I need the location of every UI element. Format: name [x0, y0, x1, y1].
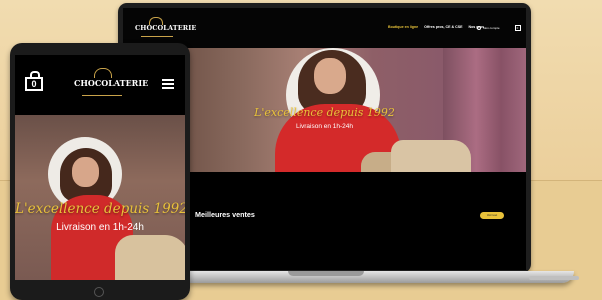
laptop-notch [288, 271, 364, 276]
account-link[interactable]: Mon compte [477, 26, 500, 30]
laptop-foot [529, 276, 579, 280]
hero-gift-box [115, 235, 185, 280]
tablet-cart-button[interactable]: 0 [25, 77, 43, 91]
best-sellers-title: Meilleures ventes [195, 210, 255, 219]
hero-model-face [314, 58, 346, 94]
logo-underline [141, 33, 173, 37]
cart-button[interactable]: 0 [514, 25, 521, 31]
account-label: Mon compte [483, 26, 500, 30]
hero-gift-box [391, 140, 471, 172]
logo-crown-icon [94, 68, 112, 78]
nav-item-boutique[interactable]: Boutique en ligne [388, 25, 418, 29]
desktop-nav: Boutique en ligne Offres pros, CE & CSE … [388, 25, 484, 29]
logo-wordmark: CHOCOLATERIE [135, 24, 197, 32]
tablet-screen: 0 CHOCOLATERIE L'excellence depuis 1992 … [15, 55, 185, 280]
hero-title: L'excellence depuis 1992 [15, 201, 185, 217]
desktop-header: CHOCOLATERIE Boutique en ligne Offres pr… [123, 8, 526, 48]
nav-item-offres-pros[interactable]: Offres pros, CE & CSE [424, 25, 462, 29]
desktop-logo[interactable]: CHOCOLATERIE [135, 17, 196, 41]
hero-model-face [72, 157, 99, 187]
logo-wordmark: CHOCOLATERIE [74, 78, 149, 88]
hamburger-menu-icon[interactable] [162, 79, 174, 89]
tablet-hero: L'excellence depuis 1992 Livraison en 1h… [15, 115, 185, 280]
tablet-header: 0 CHOCOLATERIE [15, 55, 185, 115]
account-icon [477, 26, 481, 30]
logo-underline [82, 91, 122, 96]
best-sellers-button[interactable]: Voir tout [480, 212, 504, 219]
tablet-home-button[interactable] [94, 287, 104, 297]
hero-subtitle: Livraison en 1h-24h [56, 222, 144, 233]
header-actions: Mon compte 0 [477, 25, 521, 31]
tablet-logo[interactable]: CHOCOLATERIE [74, 67, 149, 101]
